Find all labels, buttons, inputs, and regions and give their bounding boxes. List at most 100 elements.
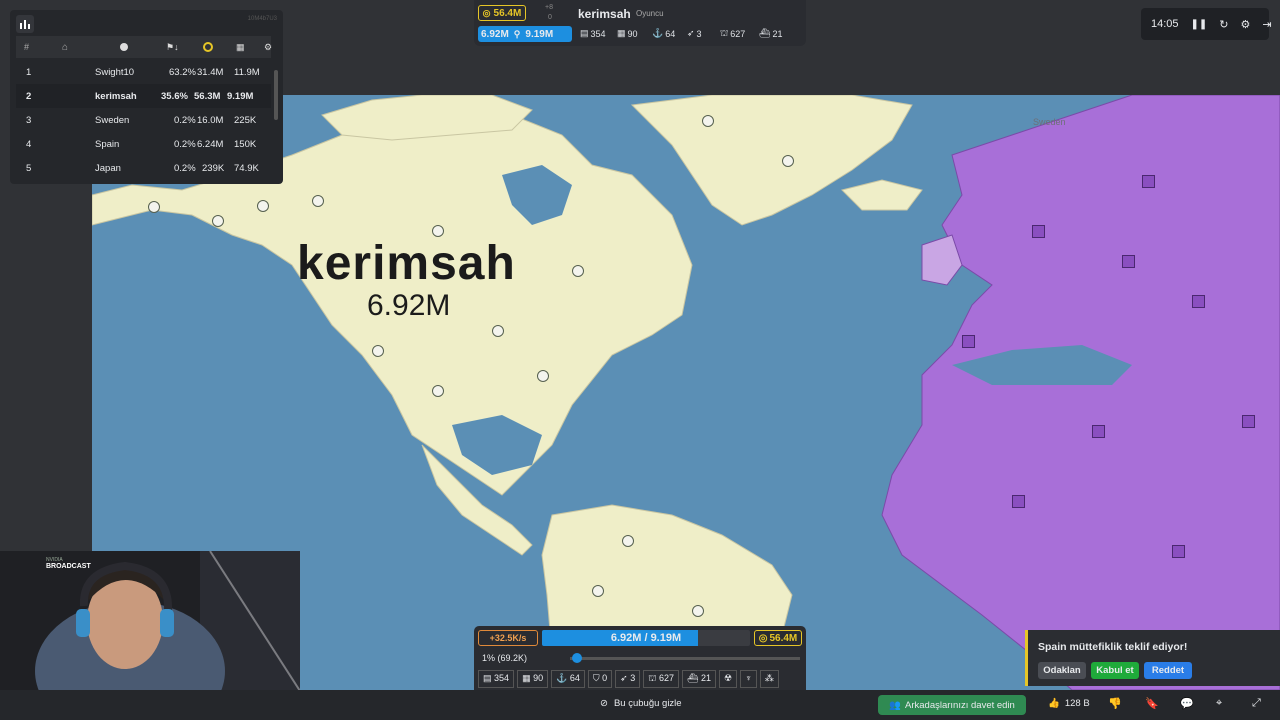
city-marker[interactable] [702,115,714,127]
player-role: Oyuncu [636,9,664,18]
rank-column-header[interactable]: # [24,42,29,52]
control-panel: +32.5K/s 6.92M / 9.19M ◎ 56.4M 1% (69.2K… [474,626,806,690]
troops-column-icon[interactable]: ⚑↓ [166,42,179,53]
city-marker[interactable] [537,370,549,382]
build-city-button[interactable]: ▤ 354 [478,670,515,688]
name-cell: Japan [95,162,121,174]
city-marker[interactable] [148,201,160,213]
name-cell: Spain [95,138,120,150]
soldier-icon: ⚲ [513,28,521,39]
users-icon: 👥 [889,699,901,711]
player-column-icon[interactable] [120,43,128,51]
hide-bar-button[interactable]: ⊘ Bu çubuğu gizle [600,698,682,709]
enemy-structure-marker[interactable] [962,335,975,348]
stat-ports: ⚓ 64 [652,28,676,39]
build-port-button[interactable]: ⚓ 64 [551,670,585,688]
invite-friends-button[interactable]: 👥 Arkadaşlarınızı davet edin [878,695,1026,715]
enemy-structure-marker[interactable] [1242,415,1255,428]
focus-button[interactable]: Odaklan [1038,662,1086,679]
missile-icon: ➶ [620,673,628,683]
bar-chart-icon [20,23,22,29]
factory-column-icon[interactable]: ▦ [236,42,245,53]
restart-icon[interactable]: ↻ [1219,18,1228,31]
thumbs-down-icon[interactable]: 👎 [1108,697,1122,710]
reject-button[interactable]: Reddet [1144,662,1192,679]
leaderboard-toggle-button[interactable] [16,15,34,33]
sam-button[interactable]: ♆ [740,670,757,688]
missile-icon: ➶ [687,28,695,38]
nuke-button[interactable]: ☢ [719,670,738,688]
gold-cell: 56.3M [194,90,221,102]
player-map-label: kerimsah [297,237,516,290]
leaderboard-scrollbar[interactable] [274,70,278,120]
city-marker[interactable] [692,605,704,617]
leaderboard-row[interactable]: 3 Sweden 0.2% 16.0M 225K [16,108,271,132]
rank-cell: 5 [26,162,32,174]
chat-icon[interactable]: 💬 [1180,697,1194,710]
gold-cell: 239K [202,162,225,174]
alliance-request-toast: Spain müttefiklik teklif ediyor! Odaklan… [1025,630,1280,686]
income-display: +32.5K/s [478,630,538,646]
city-marker[interactable] [592,585,604,597]
city-marker[interactable] [432,385,444,397]
enemy-structure-marker[interactable] [1172,545,1185,558]
gold-display-bottom: ◎ 56.4M [754,630,802,646]
city-marker[interactable] [257,200,269,212]
like-button[interactable]: 👍 128 B [1048,698,1090,709]
enemy-structure-marker[interactable] [1092,425,1105,438]
name-cell: Swight10 [95,66,135,78]
territory-column-icon[interactable]: ⌂ [62,42,68,53]
city-icon: ▤ [580,28,589,38]
enemy-structure-marker[interactable] [1012,495,1025,508]
attack-ratio-slider[interactable] [570,653,800,663]
build-shield-button[interactable]: ⛉ 0 [587,670,613,688]
troops-ratio: 6.92M / 9.19M [610,632,682,644]
leaderboard-row[interactable]: 5 Japan 0.2% 239K 74.9K [16,156,271,180]
game-controls: 14:05 ❚❚ ↻ ⚙ ⇥ [1141,8,1272,40]
leaderboard-row[interactable]: 2 kerimsah 35.6% 56.3M 9.19M [16,84,271,108]
accept-button[interactable]: Kabul et [1091,662,1139,679]
mirv-button[interactable]: ⁂ [759,670,779,688]
settings-icon[interactable]: ⚙ [1241,18,1251,31]
build-missile-button[interactable]: ➶ 3 [615,670,641,688]
stat-factories: ▦ 90 [617,28,638,39]
fullscreen-icon[interactable]: ⤢ [1252,697,1261,710]
gold-column-icon[interactable] [203,42,213,52]
target-icon[interactable]: ⌖ [1216,697,1222,710]
build-warship-button[interactable]: ⛴ 21 [682,670,717,688]
build-factory-button[interactable]: ▦ 90 [517,670,549,688]
gold-cell: 6.24M [197,138,224,150]
build-defense-button[interactable]: ⛫ 627 [643,670,680,688]
gold-cell: 31.4M [197,66,224,78]
bookmark-icon[interactable]: 🔖 [1145,697,1159,710]
city-marker[interactable] [622,535,634,547]
enemy-structure-marker[interactable] [1122,255,1135,268]
city-marker[interactable] [312,195,324,207]
city-marker[interactable] [372,345,384,357]
city-marker[interactable] [782,155,794,167]
pause-icon[interactable]: ❚❚ [1191,19,1208,30]
stat-warships: ⛴ 21 [759,28,783,39]
enemy-structure-marker[interactable] [1192,295,1205,308]
exit-icon[interactable]: ⇥ [1262,18,1271,31]
pct-cell: 0.2% [174,114,196,126]
pct-cell: 0.2% [174,138,196,150]
city-marker[interactable] [572,265,584,277]
city-marker[interactable] [492,325,504,337]
troops-cell: 150K [234,138,257,150]
troops-cell: 9.19M [227,90,254,102]
anchor-icon: ⚓ [556,673,568,683]
troops-cell: 225K [234,114,257,126]
leaderboard-row[interactable]: 4 Spain 0.2% 6.24M 150K [16,132,271,156]
slider-handle[interactable] [572,653,583,663]
name-cell: kerimsah [95,90,137,102]
enemy-structure-marker[interactable] [1032,225,1045,238]
city-marker[interactable] [212,215,224,227]
leaderboard-row[interactable]: 1 Swight10 63.2% 31.4M 11.9M [16,60,271,84]
anchor-icon: ⚓ [652,28,664,38]
enemy-structure-marker[interactable] [1142,175,1155,188]
settings-column-icon[interactable]: ⚙ [264,42,272,53]
thumbs-up-icon: 👍 [1048,698,1060,709]
attack-ratio-label: 1% (69.2K) [482,653,528,663]
stat-cities: ▤ 354 [580,28,606,39]
